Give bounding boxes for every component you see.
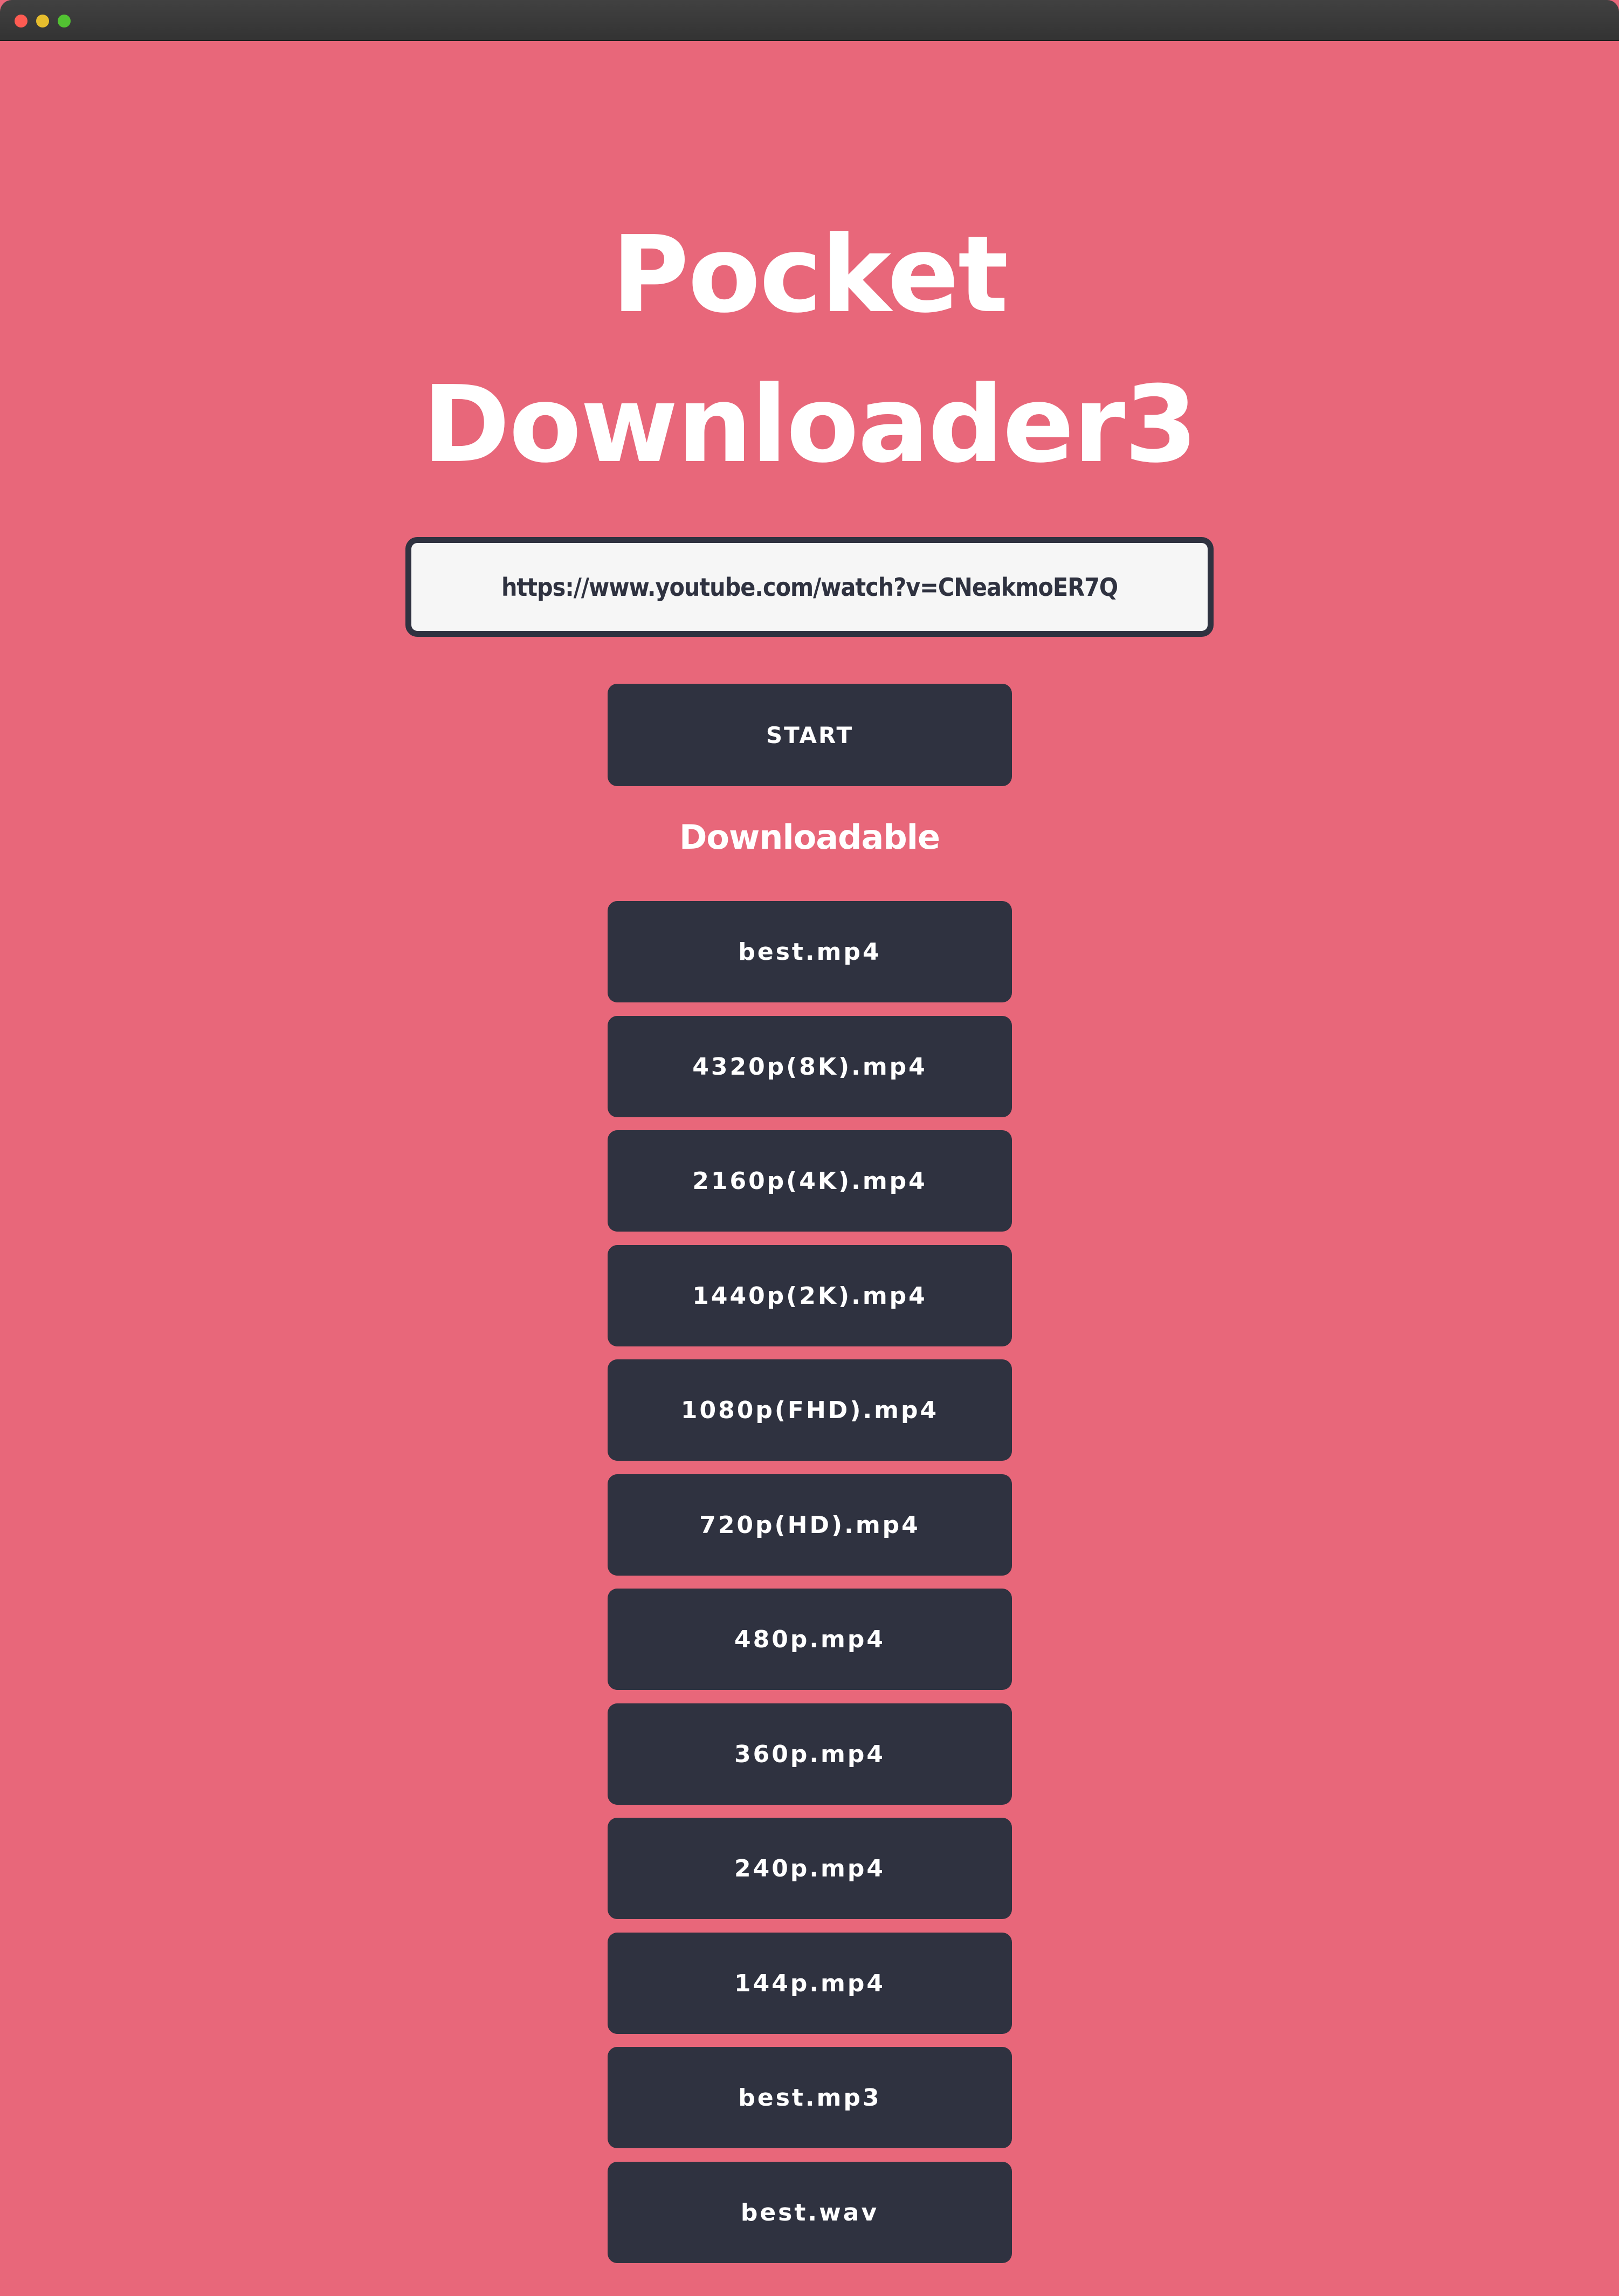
download-button[interactable]: best.mp4 (608, 901, 1012, 1002)
download-button[interactable]: best.wav (608, 2162, 1012, 2263)
download-button[interactable]: 360p.mp4 (608, 1703, 1012, 1805)
download-button[interactable]: 144p.mp4 (608, 1933, 1012, 2034)
close-window-icon[interactable] (15, 15, 27, 28)
download-button[interactable]: 4320p(8K).mp4 (608, 1016, 1012, 1117)
start-button[interactable]: START (608, 684, 1012, 786)
minimize-window-icon[interactable] (36, 15, 49, 28)
window-titlebar (0, 0, 1619, 41)
maximize-window-icon[interactable] (58, 15, 71, 28)
app-title-line1: Pocket (611, 214, 1008, 336)
app-title-line2: Downloader3 (422, 363, 1197, 486)
download-button[interactable]: 2160p(4K).mp4 (608, 1130, 1012, 1232)
download-button[interactable]: 240p.mp4 (608, 1818, 1012, 1919)
url-input[interactable] (411, 572, 1208, 602)
download-button[interactable]: 480p.mp4 (608, 1589, 1012, 1690)
download-button[interactable]: 1440p(2K).mp4 (608, 1245, 1012, 1346)
download-button[interactable]: 1080p(FHD).mp4 (608, 1359, 1012, 1461)
url-input-container (405, 537, 1214, 637)
app-window: Pocket Downloader3 START Downloadable be… (0, 0, 1619, 2296)
download-button[interactable]: 720p(HD).mp4 (608, 1474, 1012, 1576)
download-button[interactable]: best.mp3 (608, 2047, 1012, 2148)
downloadable-heading: Downloadable (679, 817, 940, 857)
